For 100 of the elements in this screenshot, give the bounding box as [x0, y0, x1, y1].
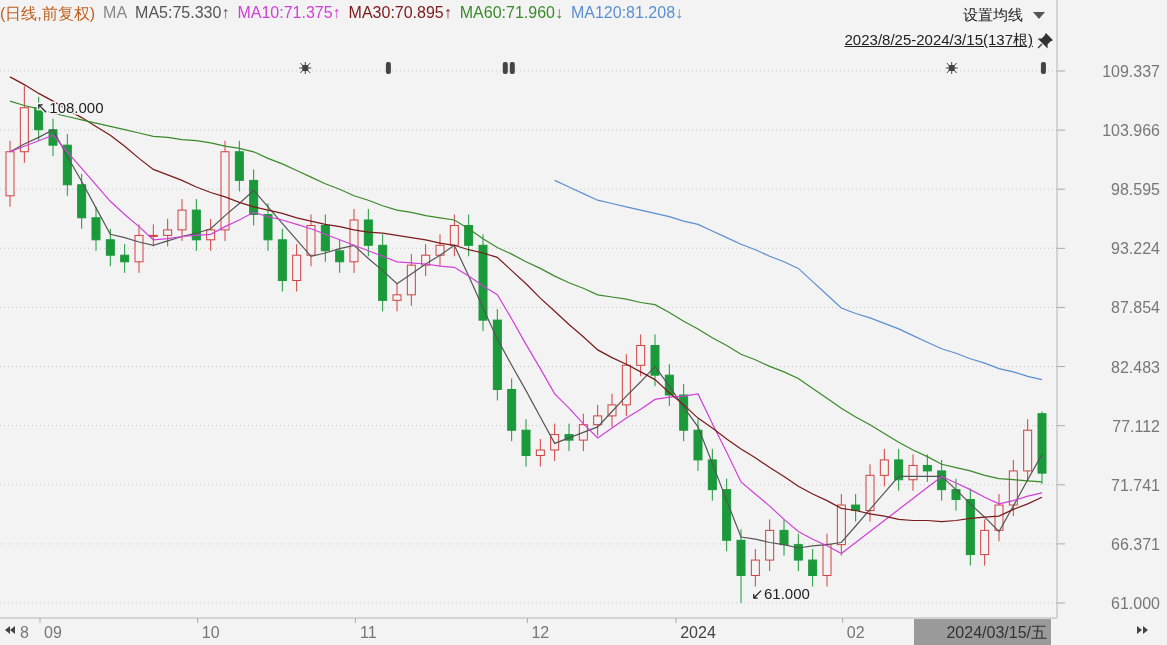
candlestick: [908, 453, 918, 492]
ma-label: MA: [103, 4, 128, 23]
candlestick: [894, 448, 904, 492]
axis-label: 2024: [680, 624, 716, 641]
axis-label: 87.854: [1111, 299, 1160, 317]
ma-value: MA120:81.208↓: [570, 4, 684, 23]
candlestick: [951, 478, 961, 512]
candlestick: [406, 253, 416, 307]
axis-label: 77.112: [1112, 417, 1160, 435]
candlestick: [808, 548, 818, 587]
candlestick: [521, 418, 531, 467]
candlestick: [306, 214, 316, 267]
price-annotation: ↙61.000: [751, 585, 810, 602]
ma-settings-dropdown[interactable]: 设置均线: [963, 6, 1049, 25]
candlestick: [249, 168, 259, 226]
candlestick: [263, 203, 273, 252]
candlestick: [134, 223, 144, 274]
candlestick: [636, 333, 646, 377]
candlestick: [865, 463, 875, 523]
axis-label: 11: [360, 624, 377, 641]
candlestick: [851, 493, 861, 523]
ma-value: MA5:75.330↑: [135, 4, 230, 23]
candlestick: [937, 459, 947, 502]
candlestick: [335, 239, 345, 274]
candlestick: [779, 518, 789, 557]
candlestick: [292, 243, 302, 293]
candlestick: [449, 214, 459, 257]
axis-label: 109.337: [1102, 63, 1160, 80]
candlestick: [994, 493, 1004, 542]
pin-icon[interactable]: [1037, 32, 1053, 49]
axis-label: 12: [531, 624, 550, 641]
candlestick: [120, 243, 130, 274]
candlestick: [1023, 418, 1033, 483]
candlestick: [535, 438, 545, 467]
candlestick: [793, 533, 803, 572]
axis-label: 66.371: [1111, 535, 1160, 553]
candlestick: [693, 418, 703, 472]
axis-label: 02: [846, 624, 865, 641]
bar-icon: [385, 62, 391, 74]
candlestick: [707, 448, 717, 502]
chart-mode-label: (日线,前复权): [0, 4, 96, 24]
axis-label: 103.966: [1102, 122, 1160, 140]
candlestick: [550, 423, 560, 462]
candlestick: [163, 218, 173, 247]
asterisk-icon: [298, 61, 312, 75]
double-left-arrow-icon[interactable]: [5, 626, 15, 634]
axis-label: 61.000: [1111, 595, 1160, 612]
candlestick: [91, 206, 101, 252]
caret-icon: [1033, 11, 1045, 20]
candlestick: [349, 208, 359, 274]
candlestick: [421, 243, 431, 277]
candlestick: [277, 228, 287, 293]
candlestick: [464, 214, 474, 257]
candlestick: [1008, 459, 1018, 517]
candlestick: [836, 493, 846, 557]
axis-label: 8: [19, 624, 29, 641]
ma-value: MA30:70.895↑: [348, 4, 452, 23]
axis-label: 98.595: [1111, 181, 1160, 199]
candlestick: [593, 404, 603, 437]
axis-label: 10: [201, 624, 220, 641]
date-label: 2024/03/15/五: [914, 619, 1051, 645]
candlestick: [650, 333, 660, 387]
double-right-arrow-icon[interactable]: [1137, 626, 1148, 634]
axis-label: 93.224: [1111, 240, 1160, 258]
candlestick: [77, 173, 87, 230]
ma-value: MA10:71.375↑: [237, 4, 341, 23]
candlestick: [234, 140, 244, 192]
candlestick: [392, 283, 402, 312]
candlestick: [750, 548, 760, 587]
date-range-link[interactable]: 2023/8/25-2024/3/15(137根): [844, 31, 1033, 50]
axis-label: 09: [44, 624, 62, 641]
candlestick: [578, 413, 588, 452]
candlestick: [879, 448, 889, 487]
candlestick: [148, 223, 158, 247]
candlestick: [664, 363, 674, 407]
candlestick: [679, 383, 689, 442]
candlestick: [435, 233, 445, 267]
candlestick: [922, 453, 932, 483]
candlestick: [621, 353, 631, 417]
bar-icon: [1040, 62, 1046, 74]
candlestick: [507, 378, 517, 442]
candlestick: [5, 140, 15, 208]
asterisk-icon: [945, 61, 959, 75]
candlestick: [191, 198, 201, 252]
ma-value: MA60:71.960↓: [459, 4, 563, 23]
axis-label: 82.483: [1111, 358, 1160, 376]
candlestick: [206, 218, 216, 252]
candlestick: [320, 214, 330, 263]
candlestick: [48, 118, 58, 157]
candlestick: [62, 133, 72, 197]
axis-label: 71.741: [1111, 476, 1160, 494]
candlestick: [105, 228, 115, 267]
candlestick: [363, 208, 373, 257]
double-bar-icon: [502, 62, 515, 74]
candlestick: [822, 533, 832, 587]
candlestick: [607, 393, 617, 428]
candlestick: [765, 518, 775, 572]
candlestick: [980, 518, 990, 567]
candlestick: [177, 198, 187, 242]
candlestick: [564, 423, 574, 452]
